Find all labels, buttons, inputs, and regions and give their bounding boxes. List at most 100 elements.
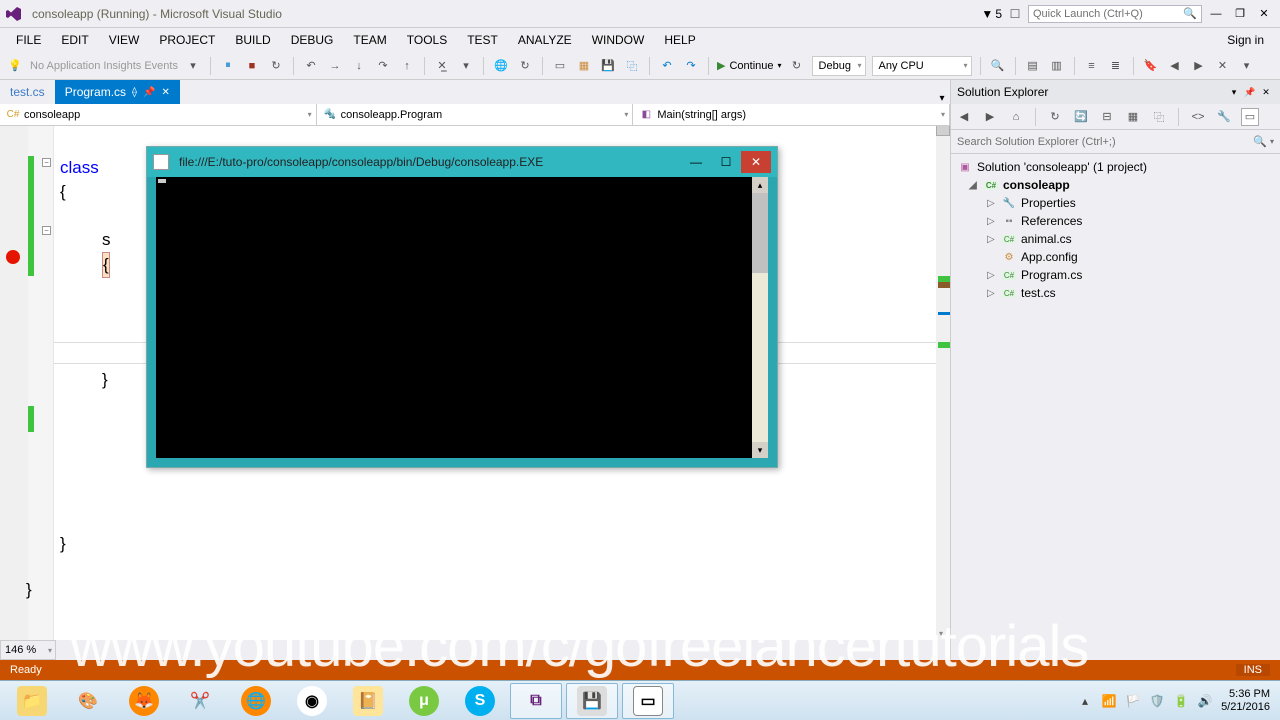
next-bookmark-icon[interactable]: ▶: [1190, 57, 1208, 75]
task-firefox[interactable]: 🦊: [118, 683, 170, 719]
step-out-icon[interactable]: ↑: [398, 57, 416, 75]
menu-file[interactable]: FILE: [6, 33, 51, 47]
task-chrome[interactable]: ◉: [286, 683, 338, 719]
menu-project[interactable]: PROJECT: [149, 33, 225, 47]
new-file-icon[interactable]: ▭: [551, 57, 569, 75]
task-snip[interactable]: ✂️: [174, 683, 226, 719]
menu-edit[interactable]: EDIT: [51, 33, 98, 47]
se-back-icon[interactable]: ◀: [955, 108, 973, 126]
nav-method[interactable]: ◧Main(string[] args): [633, 104, 950, 125]
tray-shield-icon[interactable]: 🛡️: [1149, 693, 1165, 709]
console-close-button[interactable]: ✕: [741, 151, 771, 173]
pin2-icon[interactable]: 📌: [143, 87, 155, 98]
menu-debug[interactable]: DEBUG: [281, 33, 344, 47]
save-icon[interactable]: 💾: [599, 57, 617, 75]
se-properties-icon[interactable]: 🔧: [1215, 108, 1233, 126]
restart-button[interactable]: ↻: [267, 57, 285, 75]
comment-icon[interactable]: ▤: [1024, 57, 1042, 75]
platform-dropdown[interactable]: Any CPU: [872, 56, 972, 76]
taskbar[interactable]: 📁 🎨 🦊 ✂️ 🌐 ◉ 📔 μ S ⧉ 💾 ▭ ▴ 📶 🏳️ 🛡️ 🔋 🔊 5…: [0, 680, 1280, 720]
prev-bookmark-icon[interactable]: ◀: [1166, 57, 1184, 75]
task-explorer[interactable]: 📁: [6, 683, 58, 719]
browser-link-icon[interactable]: 🌐: [492, 57, 510, 75]
tray-clock[interactable]: 5:36 PM 5/21/2016: [1221, 688, 1270, 714]
quick-launch-input[interactable]: Quick Launch (Ctrl+Q) 🔍: [1028, 5, 1202, 23]
menu-tools[interactable]: TOOLS: [397, 33, 457, 47]
task-utorrent[interactable]: μ: [398, 683, 450, 719]
console-window[interactable]: file:///E:/tuto-pro/consoleapp/consoleap…: [146, 146, 778, 468]
menu-help[interactable]: HELP: [654, 33, 705, 47]
expand-icon[interactable]: ▷: [987, 216, 997, 227]
se-sync-icon[interactable]: ↻: [1046, 108, 1064, 126]
task-app2[interactable]: 💾: [566, 683, 618, 719]
se-code-icon[interactable]: <>: [1189, 108, 1207, 126]
menu-build[interactable]: BUILD: [225, 33, 280, 47]
task-console[interactable]: ▭: [622, 683, 674, 719]
tray-volume-icon[interactable]: 🔊: [1197, 693, 1213, 709]
fold-icon[interactable]: −: [42, 158, 51, 167]
show-next-icon[interactable]: ✕̲: [433, 57, 451, 75]
nav-namespace[interactable]: C#consoleapp: [0, 104, 317, 125]
nav-back-icon[interactable]: ↶: [302, 57, 320, 75]
tree-item-properties[interactable]: ▷🔧Properties: [951, 194, 1280, 212]
uncomment-icon[interactable]: ▥: [1048, 57, 1066, 75]
se-close-icon[interactable]: ✕: [1258, 84, 1274, 100]
task-skype[interactable]: S: [454, 683, 506, 719]
dropdown-icon[interactable]: ▾: [184, 57, 202, 75]
close-button[interactable]: ✕: [1254, 5, 1274, 23]
minimize-button[interactable]: —: [1206, 5, 1226, 23]
continue-alt-icon[interactable]: ↻: [788, 57, 806, 75]
se-copy-icon[interactable]: ⿻: [1150, 108, 1168, 126]
task-vs[interactable]: ⧉: [510, 683, 562, 719]
tray-battery-icon[interactable]: 🔋: [1173, 693, 1189, 709]
se-showall-icon[interactable]: ▦: [1124, 108, 1142, 126]
bookmark-icon[interactable]: 🔖: [1142, 57, 1160, 75]
redo-icon[interactable]: ↷: [682, 57, 700, 75]
sign-in-link[interactable]: Sign in: [1217, 33, 1274, 47]
config-dropdown[interactable]: Debug: [812, 56, 866, 76]
task-browser2[interactable]: 🌐: [230, 683, 282, 719]
pause-button[interactable]: ⏸: [219, 57, 237, 75]
zoom-dropdown[interactable]: 146 %: [0, 640, 56, 660]
tab-close-icon[interactable]: ✕: [161, 87, 169, 98]
tray-flag-icon[interactable]: 🏳️: [1125, 693, 1141, 709]
se-collapse-icon[interactable]: ⊟: [1098, 108, 1116, 126]
notif-flag[interactable]: ▼ 5: [981, 7, 1002, 21]
menu-view[interactable]: VIEW: [99, 33, 150, 47]
file-tab-program[interactable]: Program.cs ⟠ 📌 ✕: [55, 80, 180, 104]
expand-icon[interactable]: ▷: [987, 288, 997, 299]
se-preview-icon[interactable]: ▭: [1241, 108, 1259, 126]
refresh-icon[interactable]: ↻: [516, 57, 534, 75]
console-maximize-button[interactable]: ☐: [711, 151, 741, 173]
console-titlebar[interactable]: file:///E:/tuto-pro/consoleapp/consoleap…: [147, 147, 777, 177]
lightbulb-icon[interactable]: 💡: [6, 57, 24, 75]
system-tray[interactable]: ▴ 📶 🏳️ 🛡️ 🔋 🔊 5:36 PM 5/21/2016: [1071, 688, 1276, 714]
task-paint[interactable]: 🎨: [62, 683, 114, 719]
expand-icon[interactable]: ▷: [987, 198, 997, 209]
se-pin-icon[interactable]: 📌: [1242, 84, 1258, 100]
se-refresh-icon[interactable]: 🔄: [1072, 108, 1090, 126]
console-scrollbar[interactable]: ▴ ▾: [752, 177, 768, 458]
menu-window[interactable]: WINDOW: [582, 33, 655, 47]
solution-explorer-header[interactable]: Solution Explorer ▾ 📌 ✕: [951, 80, 1280, 104]
console-output[interactable]: ▴ ▾: [156, 177, 768, 458]
tree-item-file[interactable]: ▷C#Program.cs: [951, 266, 1280, 284]
step-into-icon[interactable]: ↓: [350, 57, 368, 75]
outdent-icon[interactable]: ≡: [1083, 57, 1101, 75]
file-tab-test[interactable]: test.cs: [0, 80, 55, 104]
indent-icon[interactable]: ≣: [1107, 57, 1125, 75]
undo-icon[interactable]: ↶: [658, 57, 676, 75]
expand-icon[interactable]: ◢: [969, 180, 979, 191]
fold-icon[interactable]: −: [42, 226, 51, 235]
insights-events[interactable]: No Application Insights Events: [30, 60, 178, 72]
scroll-up-icon[interactable]: ▴: [752, 177, 768, 193]
expand-icon[interactable]: ▷: [987, 234, 997, 245]
dd-icon[interactable]: ▾: [457, 57, 475, 75]
solution-tree[interactable]: ▣Solution 'consoleapp' (1 project) ◢C#co…: [951, 154, 1280, 660]
se-search-input[interactable]: Search Solution Explorer (Ctrl+;) 🔍▾: [951, 130, 1280, 154]
splitter-icon[interactable]: [936, 126, 950, 136]
restore-button[interactable]: ❐: [1230, 5, 1250, 23]
tree-item-file[interactable]: ⚙App.config: [951, 248, 1280, 266]
console-minimize-button[interactable]: —: [681, 151, 711, 173]
tree-item-file[interactable]: ▷C#test.cs: [951, 284, 1280, 302]
